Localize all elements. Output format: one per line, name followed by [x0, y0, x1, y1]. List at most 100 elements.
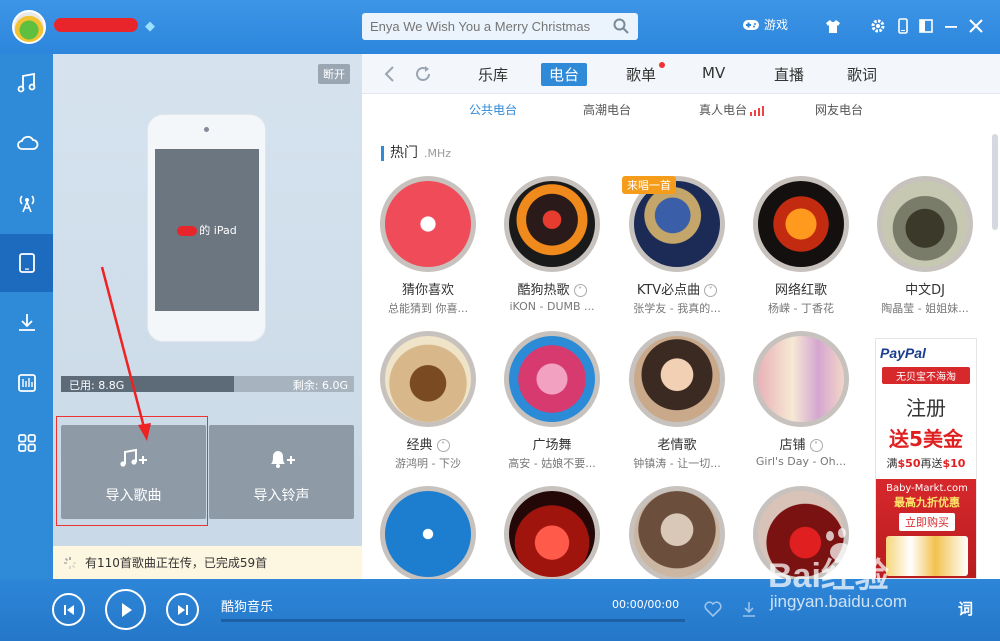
search-input[interactable] [370, 19, 606, 34]
game-label: 游戏 [764, 18, 789, 32]
station-card[interactable]: 中文DJ 陶晶莹 - 姐姐妹... [870, 176, 980, 316]
station-name: 酷狗热歌 ˅ [497, 279, 607, 298]
top-nav: 乐库 电台 歌单 MV 直播 歌词 [362, 54, 1000, 94]
nav-radio[interactable] [0, 174, 53, 232]
download-icon [18, 314, 35, 331]
storage-used-label: 已用: 8.8G [69, 379, 125, 392]
new-dot-badge [659, 62, 665, 68]
subtab-climax-radio[interactable]: 高潮电台 [583, 101, 631, 118]
mini-mode-icon[interactable] [918, 18, 934, 34]
tab-live[interactable]: 直播 [766, 63, 812, 86]
app-grid-icon [17, 434, 36, 452]
station-cover [753, 331, 849, 427]
ad-shop-name: Baby-Markt.com [886, 483, 968, 494]
play-icon [121, 602, 132, 617]
tab-mv[interactable]: MV [694, 63, 733, 83]
loading-spinner-icon [64, 556, 76, 569]
section-header: 热门 .MHz [381, 146, 451, 161]
ipad-illustration: 的 iPad [147, 114, 266, 342]
station-cover [753, 176, 849, 272]
station-subtitle: Girl's Day - Oh... [755, 455, 847, 468]
station-subtitle: 游鸿明 - 下沙 [395, 457, 461, 470]
station-card[interactable]: 广场舞 高安 - 姑娘不要... [497, 331, 607, 471]
section-title: 热门 [390, 145, 418, 161]
station-card[interactable]: 老情歌 钟镇涛 - 让一切... [622, 331, 732, 471]
watermark-brand: Bai经验 [768, 557, 889, 595]
nav-apps[interactable] [0, 414, 53, 472]
vip-diamond-icon: ◆ [145, 19, 155, 34]
tab-playlist[interactable]: 歌单 [618, 63, 664, 86]
avatar[interactable] [12, 10, 46, 44]
settings-gear-icon[interactable] [870, 18, 886, 34]
search-box[interactable] [362, 13, 638, 40]
station-card[interactable] [497, 486, 607, 582]
minimize-icon[interactable] [943, 18, 959, 34]
previous-button[interactable] [52, 593, 85, 626]
progress-bar[interactable] [221, 619, 685, 622]
device-owner-redacted [177, 226, 198, 236]
skin-shirt-icon[interactable] [825, 18, 841, 34]
chevron-down-icon[interactable]: ˅ [809, 439, 823, 452]
mobile-icon[interactable] [895, 18, 911, 34]
station-card[interactable]: 网络红歌 杨嵘 - 丁香花 [746, 176, 856, 316]
cloud-icon [16, 135, 38, 150]
station-cover [629, 486, 725, 582]
chevron-down-icon[interactable]: ˅ [436, 439, 450, 452]
station-cover [504, 486, 600, 582]
station-subtitle: 陶晶莹 - 姐姐妹... [881, 302, 969, 315]
subtab-user-radio[interactable]: 网友电台 [815, 101, 863, 118]
next-icon [177, 604, 188, 615]
tab-library[interactable]: 乐库 [470, 63, 516, 86]
ad-register: 注册 [906, 396, 946, 420]
close-icon[interactable] [968, 18, 984, 34]
station-card[interactable] [373, 486, 483, 582]
tab-lyrics[interactable]: 歌词 [839, 63, 885, 86]
station-card[interactable]: 来唱一首 KTV必点曲 ˅ 张学友 - 我真的... [622, 176, 732, 316]
next-button[interactable] [166, 593, 199, 626]
station-name: KTV必点曲 ˅ [622, 279, 732, 298]
nav-device[interactable] [0, 234, 53, 292]
station-card[interactable] [622, 486, 732, 582]
disconnect-button[interactable]: 断开 [318, 64, 350, 84]
radio-subnav: 公共电台 高潮电台 真人电台 网友电台 [362, 94, 1000, 124]
transfer-status-bar: 有110首歌曲正在传，已完成59首 [53, 546, 362, 579]
game-button[interactable]: 游戏 [742, 16, 788, 33]
current-song: 酷狗音乐 [221, 600, 274, 615]
station-cover [629, 331, 725, 427]
playback-time: 00:00/00:00 [612, 598, 680, 611]
subtab-live-person-label: 真人电台 [699, 103, 748, 117]
station-card[interactable]: 猜你喜欢 总能猜到 你喜... [373, 176, 483, 316]
station-subtitle: 张学友 - 我真的... [633, 302, 721, 315]
nav-recognize[interactable] [0, 354, 53, 412]
station-card[interactable]: 酷狗热歌 ˅ iKON - DUMB ... [497, 176, 607, 313]
ad-rule: 满$50再送$10 [886, 457, 966, 470]
station-card[interactable]: 店铺 ˅ Girl's Day - Oh... [746, 331, 856, 468]
station-cover [380, 176, 476, 272]
nav-cloud[interactable] [0, 114, 53, 172]
subtab-public-radio[interactable]: 公共电台 [469, 101, 517, 118]
refresh-icon[interactable] [413, 64, 433, 84]
station-card[interactable]: 经典 ˅ 游鸿明 - 下沙 [373, 331, 483, 471]
scrollbar-thumb[interactable] [992, 134, 998, 230]
subtab-live-person-radio[interactable]: 真人电台 [699, 101, 765, 118]
scan-box-icon [17, 374, 36, 392]
tab-radio[interactable]: 电台 [541, 63, 588, 86]
back-arrow-icon[interactable] [380, 64, 400, 84]
play-button[interactable] [105, 589, 146, 630]
import-ringtones-label: 导入铃声 [253, 488, 310, 504]
nav-music[interactable] [0, 54, 53, 112]
chevron-down-icon[interactable]: ˅ [573, 284, 587, 297]
station-subtitle: 总能猜到 你喜... [388, 302, 468, 315]
station-subtitle: 高安 - 姑娘不要... [508, 457, 596, 470]
nav-download[interactable] [0, 294, 53, 352]
baidu-watermark: Bai经验 jingyan.baidu.com [750, 528, 990, 628]
station-name: 店铺 ˅ [746, 434, 856, 453]
heart-like-icon[interactable] [704, 601, 722, 617]
import-ringtones-button[interactable]: 导入铃声 [209, 425, 354, 519]
station-cover [504, 176, 600, 272]
storage-free-label: 剩余: 6.0G [292, 379, 348, 392]
bell-add-icon [271, 451, 295, 468]
chevron-down-icon[interactable]: ˅ [704, 284, 718, 297]
search-icon[interactable] [612, 17, 630, 35]
camera-dot [204, 127, 209, 132]
